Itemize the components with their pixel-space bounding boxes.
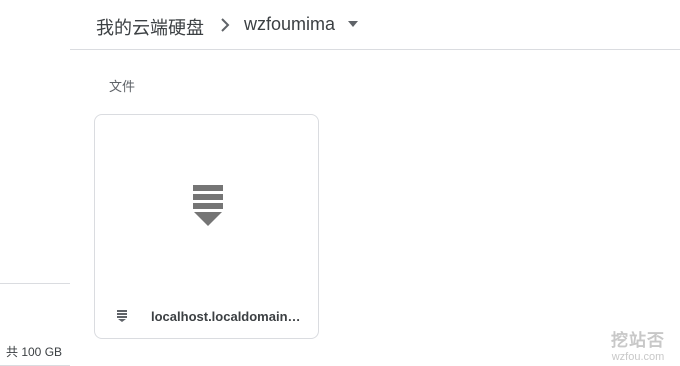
breadcrumb-root[interactable]: 我的云端硬盘 bbox=[96, 14, 204, 40]
file-card[interactable]: localhost.localdomain_2... bbox=[94, 114, 319, 339]
chevron-right-icon bbox=[221, 18, 230, 32]
storage-quota: 共 100 GB bbox=[6, 345, 63, 359]
drive-page: 我的云端硬盘 wzfoumima 共 100 GB 文件 localhost.l… bbox=[0, 0, 680, 366]
caret-down-icon[interactable] bbox=[348, 21, 358, 27]
archive-icon bbox=[193, 185, 223, 226]
files-section-label: 文件 bbox=[109, 79, 136, 94]
breadcrumb: 我的云端硬盘 wzfoumima bbox=[70, 0, 680, 50]
breadcrumb-current-folder[interactable]: wzfoumima bbox=[244, 14, 335, 35]
watermark-logo: 挖站否 wzfou.com bbox=[596, 326, 680, 366]
file-name: localhost.localdomain_2... bbox=[151, 309, 307, 324]
archive-icon bbox=[117, 310, 127, 322]
watermark-url: wzfou.com bbox=[611, 351, 665, 363]
watermark-text: 挖站否 bbox=[611, 331, 665, 350]
sidebar-divider bbox=[0, 283, 70, 284]
